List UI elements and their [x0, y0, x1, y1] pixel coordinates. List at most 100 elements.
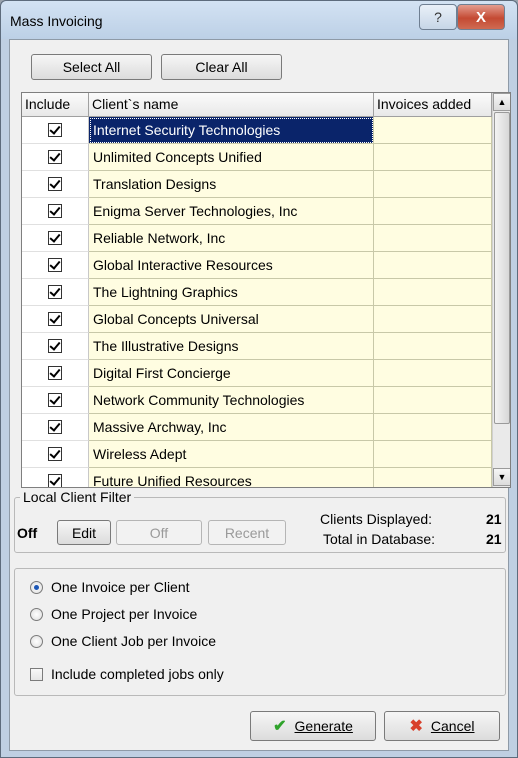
- invoices-added-cell[interactable]: [374, 198, 492, 225]
- client-name-cell[interactable]: Global Concepts Universal: [89, 306, 374, 333]
- radio-one-client-job-per-invoice[interactable]: [30, 635, 43, 648]
- client-name-cell[interactable]: Reliable Network, Inc: [89, 225, 374, 252]
- cancel-button[interactable]: ✖ Cancel: [384, 711, 500, 741]
- client-name-cell[interactable]: The Lightning Graphics: [89, 279, 374, 306]
- radio-one-client-job-per-invoice-label[interactable]: One Client Job per Invoice: [51, 633, 216, 649]
- include-checkbox[interactable]: [48, 204, 62, 218]
- column-header-include[interactable]: Include: [22, 93, 89, 117]
- invoices-added-cell[interactable]: [374, 414, 492, 441]
- table-row[interactable]: Unlimited Concepts Unified: [22, 144, 492, 171]
- table-row[interactable]: Future Unified Resources: [22, 468, 492, 487]
- invoices-added-cell[interactable]: [374, 360, 492, 387]
- window-title: Mass Invoicing: [10, 13, 103, 29]
- include-checkbox[interactable]: [48, 420, 62, 434]
- table-row[interactable]: Internet Security Technologies: [22, 117, 492, 144]
- include-completed-label[interactable]: Include completed jobs only: [51, 666, 224, 682]
- include-cell[interactable]: [22, 225, 89, 252]
- grid-scrollbar[interactable]: ▲ ▼: [492, 93, 510, 487]
- include-checkbox[interactable]: [48, 258, 62, 272]
- filter-off-button[interactable]: Off: [116, 520, 202, 545]
- invoices-added-cell[interactable]: [374, 468, 492, 487]
- client-name-cell[interactable]: Internet Security Technologies: [89, 117, 374, 144]
- invoices-added-cell[interactable]: [374, 306, 492, 333]
- table-row[interactable]: Enigma Server Technologies, Inc: [22, 198, 492, 225]
- scroll-thumb[interactable]: [494, 112, 510, 424]
- include-cell[interactable]: [22, 306, 89, 333]
- include-checkbox[interactable]: [48, 231, 62, 245]
- client-name-cell[interactable]: Digital First Concierge: [89, 360, 374, 387]
- include-checkbox[interactable]: [48, 312, 62, 326]
- radio-one-project-per-invoice-label[interactable]: One Project per Invoice: [51, 606, 197, 622]
- table-row[interactable]: Reliable Network, Inc: [22, 225, 492, 252]
- client-name-cell[interactable]: Global Interactive Resources: [89, 252, 374, 279]
- filter-edit-button[interactable]: Edit: [57, 520, 111, 545]
- table-row[interactable]: The Illustrative Designs: [22, 333, 492, 360]
- include-cell[interactable]: [22, 198, 89, 225]
- invoices-added-cell[interactable]: [374, 387, 492, 414]
- invoices-added-cell[interactable]: [374, 144, 492, 171]
- client-name-cell[interactable]: Enigma Server Technologies, Inc: [89, 198, 374, 225]
- column-header-client-name[interactable]: Client`s name: [89, 93, 374, 117]
- radio-one-invoice-per-client-label[interactable]: One Invoice per Client: [51, 579, 190, 595]
- include-cell[interactable]: [22, 117, 89, 144]
- help-button[interactable]: ?: [419, 4, 457, 30]
- help-icon: ?: [434, 9, 442, 25]
- table-row[interactable]: Translation Designs: [22, 171, 492, 198]
- invoices-added-cell[interactable]: [374, 279, 492, 306]
- client-name-cell[interactable]: Wireless Adept: [89, 441, 374, 468]
- include-cell[interactable]: [22, 468, 89, 487]
- table-row[interactable]: Global Interactive Resources: [22, 252, 492, 279]
- select-all-button[interactable]: Select All: [31, 54, 152, 80]
- radio-one-invoice-per-client[interactable]: [30, 581, 43, 594]
- invoices-added-cell[interactable]: [374, 171, 492, 198]
- include-checkbox[interactable]: [48, 123, 62, 137]
- include-checkbox[interactable]: [48, 285, 62, 299]
- filter-recent-button[interactable]: Recent: [208, 520, 286, 545]
- invoices-added-cell[interactable]: [374, 225, 492, 252]
- include-checkbox[interactable]: [48, 150, 62, 164]
- column-header-invoices-added[interactable]: Invoices added: [374, 93, 492, 117]
- client-name-cell[interactable]: Massive Archway, Inc: [89, 414, 374, 441]
- radio-one-project-per-invoice[interactable]: [30, 608, 43, 621]
- total-in-database-value: 21: [486, 531, 502, 547]
- include-cell[interactable]: [22, 333, 89, 360]
- close-button[interactable]: X: [457, 4, 505, 30]
- include-cell[interactable]: [22, 171, 89, 198]
- title-bar[interactable]: Mass Invoicing ? X: [1, 1, 517, 39]
- table-row[interactable]: Network Community Technologies: [22, 387, 492, 414]
- include-cell[interactable]: [22, 252, 89, 279]
- include-checkbox[interactable]: [48, 393, 62, 407]
- invoices-added-cell[interactable]: [374, 441, 492, 468]
- clients-grid[interactable]: Include Client`s name Invoices added Int…: [21, 92, 511, 488]
- include-checkbox[interactable]: [48, 366, 62, 380]
- include-cell[interactable]: [22, 441, 89, 468]
- include-checkbox[interactable]: [48, 177, 62, 191]
- clear-all-button[interactable]: Clear All: [161, 54, 282, 80]
- table-row[interactable]: Global Concepts Universal: [22, 306, 492, 333]
- scroll-down-icon[interactable]: ▼: [493, 468, 510, 486]
- table-row[interactable]: Wireless Adept: [22, 441, 492, 468]
- include-checkbox[interactable]: [48, 339, 62, 353]
- invoices-added-cell[interactable]: [374, 117, 492, 144]
- client-name-cell[interactable]: Future Unified Resources: [89, 468, 374, 487]
- client-name-cell[interactable]: The Illustrative Designs: [89, 333, 374, 360]
- table-row[interactable]: The Lightning Graphics: [22, 279, 492, 306]
- client-name-cell[interactable]: Translation Designs: [89, 171, 374, 198]
- table-row[interactable]: Massive Archway, Inc: [22, 414, 492, 441]
- include-cell[interactable]: [22, 387, 89, 414]
- client-name-cell[interactable]: Unlimited Concepts Unified: [89, 144, 374, 171]
- include-cell[interactable]: [22, 144, 89, 171]
- dialog-body: Select All Clear All Include Client`s na…: [9, 39, 511, 751]
- include-cell[interactable]: [22, 414, 89, 441]
- client-name-cell[interactable]: Network Community Technologies: [89, 387, 374, 414]
- include-cell[interactable]: [22, 360, 89, 387]
- include-checkbox[interactable]: [48, 474, 62, 487]
- generate-button[interactable]: ✔ Generate: [250, 711, 376, 741]
- scroll-up-icon[interactable]: ▲: [493, 93, 510, 111]
- include-completed-checkbox[interactable]: [30, 668, 43, 681]
- include-cell[interactable]: [22, 279, 89, 306]
- invoices-added-cell[interactable]: [374, 333, 492, 360]
- include-checkbox[interactable]: [48, 447, 62, 461]
- table-row[interactable]: Digital First Concierge: [22, 360, 492, 387]
- invoices-added-cell[interactable]: [374, 252, 492, 279]
